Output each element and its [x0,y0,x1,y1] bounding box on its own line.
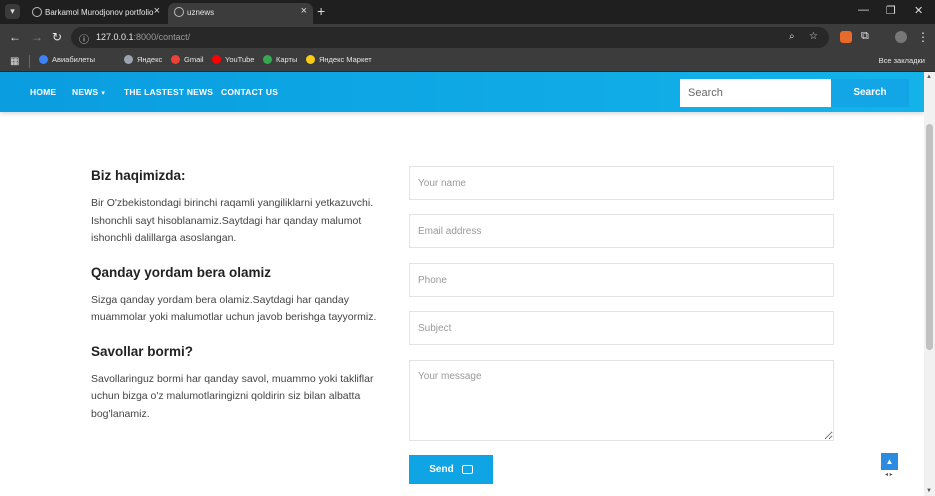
back-icon[interactable]: ← [9,30,21,44]
minimize-icon[interactable]: — [858,4,869,16]
close-window-icon[interactable]: ✕ [914,4,923,17]
bookmark-item[interactable]: Авиабилеты [39,55,95,64]
bookmark-favicon [212,55,221,64]
chevron-down-icon: ▾ [101,90,106,97]
bookmarks-bar: ▦ Авиабилеты Яндекс Gmail YouTube Карты … [0,51,935,72]
envelope-icon [461,465,473,474]
zoom-icon[interactable]: ⌕ [789,31,795,42]
address-toolbar: ← → ↻ ⓘ 127.0.0.1:8000/contact/ ⌕ ☆ ⧉ ⋮ [0,24,935,51]
extension-icon[interactable] [840,31,852,43]
back-to-top-button[interactable]: ▲ [881,453,898,470]
forward-icon[interactable]: → [31,30,43,44]
tab-portfolio[interactable]: Barkamol Murodjonov portfolio × [26,3,166,24]
about-text: Bir O'zbekistondagi birinchi raqamli yan… [91,197,374,244]
bookmark-label: Карты [276,55,298,64]
help-text: Sizga qanday yordam bera olamiz.Saytdagi… [91,293,377,324]
avatar[interactable] [895,31,907,43]
site-header: HOME NEWS ▾ THE LASTEST NEWS CONTACT US S… [0,72,924,112]
phone-field[interactable] [409,263,834,297]
questions-heading: Savollar bormi? [91,343,194,359]
apps-grid-icon[interactable]: ▦ [10,56,19,67]
bookmark-label: Авиабилеты [52,55,95,64]
bookmark-label: Яндекс [137,55,163,64]
help-heading: Qanday yordam bera olamiz [91,264,272,280]
bookmark-favicon [39,55,48,64]
search-button[interactable]: Search [831,79,909,107]
nav-contact[interactable]: CONTACT US [221,87,278,97]
subject-field[interactable] [409,311,834,345]
email-field[interactable] [409,214,834,248]
send-label: Send [429,464,454,475]
scroll-down-icon[interactable]: ▼ [926,488,932,494]
nav-latest-news[interactable]: THE LASTEST NEWS [124,87,213,97]
divider [29,55,30,68]
nav-home[interactable]: HOME [30,87,56,97]
url-text: 127.0.0.1:8000/contact/ [96,32,191,42]
menu-icon[interactable]: ⋮ [917,30,929,44]
tab-title: Barkamol Murodjonov portfolio [45,8,154,17]
page-viewport: HOME NEWS ▾ THE LASTEST NEWS CONTACT US S… [0,72,924,496]
bookmark-item[interactable]: Карты [263,55,297,64]
tab-search-button[interactable]: ▾ [5,4,20,19]
bookmark-label: Яндекс Маркет [319,55,372,64]
questions-text: Savollaringuz bormi har qanday savol, mu… [91,372,374,420]
puzzle-icon[interactable]: ⧉ [861,30,869,43]
page-scrollbar[interactable]: ▲ ▼ [924,72,935,496]
bookmark-label: Gmail [184,55,204,64]
bookmark-item[interactable]: Яндекс [124,55,162,64]
search-input[interactable] [680,79,831,107]
send-button[interactable]: Send [409,455,493,484]
bookmark-item[interactable]: YouTube [212,55,254,64]
message-field[interactable] [409,360,834,441]
reload-icon[interactable]: ↻ [52,30,62,44]
nav-news[interactable]: NEWS ▾ [72,87,105,97]
globe-icon [32,7,42,17]
bookmark-favicon [171,55,180,64]
bookmark-item[interactable]: Gmail [171,55,204,64]
bookmark-label: YouTube [225,55,255,64]
site-info-icon[interactable]: ⓘ [79,31,89,46]
nav-news-label: NEWS [72,87,99,97]
scroll-arrows-icon: ◂ ▸ [885,472,893,478]
scrollbar-thumb[interactable] [926,124,933,350]
close-tab-icon[interactable]: × [301,5,307,17]
bookmark-favicon [306,55,315,64]
browser-tab-strip: ▾ Barkamol Murodjonov portfolio × uznews… [0,0,935,24]
close-tab-icon[interactable]: × [154,5,160,17]
bookmark-star-icon[interactable]: ☆ [809,31,818,42]
new-tab-button[interactable]: + [317,3,325,19]
bookmark-favicon [124,55,133,64]
globe-icon [174,7,184,17]
all-bookmarks-button[interactable]: Все закладки [879,56,925,65]
tab-title: uznews [187,8,215,17]
address-bar[interactable]: ⓘ 127.0.0.1:8000/contact/ ⌕ ☆ [71,27,829,48]
bookmark-item[interactable]: Яндекс Маркет [306,55,372,64]
restore-icon[interactable]: ❐ [886,4,896,17]
bookmark-favicon [263,55,272,64]
about-heading: Biz haqimizda: [91,168,186,183]
tab-uznews[interactable]: uznews × [168,3,313,24]
about-section: Biz haqimizda: Bir O'zbekistondagi birin… [91,168,391,423]
scroll-up-icon[interactable]: ▲ [926,74,932,80]
name-field[interactable] [409,166,834,200]
